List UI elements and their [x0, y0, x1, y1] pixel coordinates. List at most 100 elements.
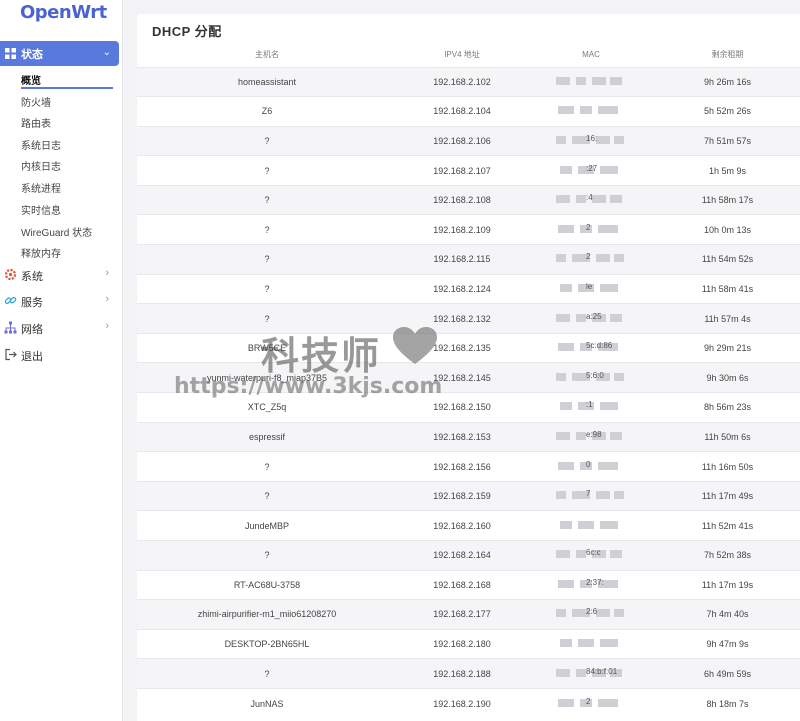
hostname-cell: ? — [137, 125, 397, 156]
dhcp-leases-table: 主机名 IPV4 地址 MAC 剩余租期 homeassistant 192.16… — [137, 43, 800, 719]
ipv4-cell: 192.168.2.159 — [397, 480, 527, 511]
redaction-block — [600, 520, 618, 529]
redaction-block — [600, 639, 618, 648]
ipv4-cell: 192.168.2.135 — [397, 332, 527, 363]
hostname-cell: espressif — [137, 421, 397, 452]
table-row: ? 192.168.2.124 le 11h 58m 41s — [137, 273, 800, 304]
hostname-cell: homeassistant — [137, 66, 397, 97]
redaction-block — [598, 106, 618, 115]
redacted-mac: :4 — [556, 193, 626, 204]
lease-cell: 11h 52m 41s — [655, 510, 800, 541]
redaction-block — [556, 254, 566, 263]
redaction-block — [576, 668, 586, 677]
chevron-right-icon: › — [105, 267, 109, 279]
sidebar-item-network[interactable]: 网络 › — [0, 318, 119, 338]
table-row: ? 192.168.2.156 0 11h 16m 50s — [137, 451, 800, 482]
redacted-mac: 2:37: — [556, 578, 626, 589]
network-icon — [4, 321, 17, 334]
mac-cell: 7 — [527, 480, 655, 511]
sub-item-overview[interactable]: 概览 — [21, 72, 41, 87]
section-title: DHCP 分配 — [152, 24, 222, 39]
lease-cell: 1h 5m 9s — [655, 155, 800, 186]
mac-fragment: 5:6:0 — [586, 370, 604, 380]
sub-item-routes[interactable]: 路由表 — [21, 115, 51, 130]
redaction-block — [560, 165, 572, 174]
sub-item-kernel-log[interactable]: 内核日志 — [21, 158, 61, 173]
redacted-mac — [556, 76, 626, 86]
redaction-block — [596, 135, 610, 144]
openwrt-logo[interactable]: OpenWrt — [20, 2, 107, 23]
redacted-mac — [556, 638, 626, 648]
redacted-mac: 84:b:f:01 — [556, 667, 626, 678]
ipv4-cell: 192.168.2.104 — [397, 96, 527, 127]
hostname-cell: ? — [137, 184, 397, 215]
sub-item-realtime[interactable]: 实时信息 — [21, 202, 61, 217]
hostname-cell: yunmi-waterpuri-f8_miap37B5 — [137, 362, 397, 393]
mac-fragment: 2 — [586, 252, 591, 262]
redaction-block — [576, 313, 586, 322]
lease-cell: 9h 30m 6s — [655, 362, 800, 393]
sidebar-item-services[interactable]: 服务 › — [0, 291, 119, 311]
lease-cell: 11h 57m 4s — [655, 303, 800, 334]
sub-item-free-memory[interactable]: 释放内存 — [21, 245, 61, 260]
sub-item-wireguard[interactable]: WireGuard 状态 — [21, 224, 92, 239]
mac-fragment: 6c:c — [586, 548, 601, 558]
mac-fragment: :1 — [586, 400, 593, 410]
lease-cell: 7h 52m 38s — [655, 540, 800, 571]
redacted-mac: 2 — [556, 223, 626, 234]
mac-cell: 84:b:f:01 — [527, 658, 655, 689]
ipv4-cell: 192.168.2.150 — [397, 392, 527, 423]
mac-cell: :27 — [527, 155, 655, 186]
redacted-mac: e:98 — [556, 429, 626, 441]
redaction-block — [576, 195, 586, 204]
hostname-cell: ? — [137, 155, 397, 186]
column-header-mac: MAC — [582, 50, 600, 60]
sub-item-processes[interactable]: 系统进程 — [21, 180, 61, 195]
sidebar-item-logout[interactable]: 退出 — [0, 345, 119, 365]
redaction-block — [610, 550, 622, 559]
ipv4-cell: 192.168.2.102 — [397, 66, 527, 97]
redacted-mac: 5c:d:86 — [556, 341, 626, 352]
redacted-mac: 7 — [556, 489, 626, 500]
lease-cell: 10h 0m 13s — [655, 214, 800, 245]
sidebar-item-system[interactable]: 系统 › — [0, 265, 119, 285]
sidebar-item-status[interactable]: 状态 ⌄ — [0, 41, 119, 66]
ipv4-cell: 192.168.2.115 — [397, 244, 527, 275]
mac-cell: 2 — [527, 214, 655, 245]
redaction-block — [556, 550, 570, 559]
table-row: zhimi-airpurifier-m1_miio61208270 192.168… — [137, 599, 800, 630]
lease-cell: 11h 16m 50s — [655, 451, 800, 482]
redacted-mac: 2 — [556, 252, 626, 263]
mac-fragment: e:98 — [586, 429, 602, 439]
mac-cell: 2 — [527, 687, 655, 719]
hostname-cell: ? — [137, 540, 397, 571]
table-header-row: 主机名 IPV4 地址 MAC 剩余租期 — [137, 43, 800, 67]
sub-item-syslog[interactable]: 系统日志 — [21, 137, 61, 152]
mac-cell: 6c:c — [527, 540, 655, 571]
redaction-block — [578, 520, 594, 529]
table-row: DESKTOP-2BN65HL 192.168.2.180 9h 47m 9s — [137, 628, 800, 659]
redaction-block — [556, 135, 566, 144]
redaction-block — [558, 579, 574, 588]
mac-cell: 16: — [527, 125, 655, 156]
lease-cell: 6h 49m 59s — [655, 658, 800, 689]
table-row: espressif 192.168.2.153 e:98 11h 50m 6s — [137, 421, 800, 452]
sub-item-firewall[interactable]: 防火墙 — [21, 94, 51, 109]
redaction-block — [614, 254, 624, 263]
ipv4-cell: 192.168.2.106 — [397, 125, 527, 156]
hostname-cell: ? — [137, 451, 397, 482]
redaction-block — [556, 313, 570, 322]
mac-cell — [527, 510, 655, 541]
lease-cell: 11h 58m 17s — [655, 184, 800, 215]
hostname-cell: JunNAS — [137, 687, 397, 719]
sidebar-item-label: 退出 — [21, 351, 43, 363]
redaction-block — [558, 106, 574, 115]
mac-cell: 5:6:0 — [527, 362, 655, 393]
lease-cell: 11h 17m 49s — [655, 480, 800, 511]
redaction-block — [610, 76, 622, 85]
column-header-lease: 剩余租期 — [711, 50, 744, 60]
redaction-block — [560, 283, 572, 292]
ipv4-cell: 192.168.2.168 — [397, 569, 527, 600]
hostname-cell: JundeMBP — [137, 510, 397, 541]
table-row: ? 192.168.2.107:27 1h 5m 9s — [137, 155, 800, 186]
